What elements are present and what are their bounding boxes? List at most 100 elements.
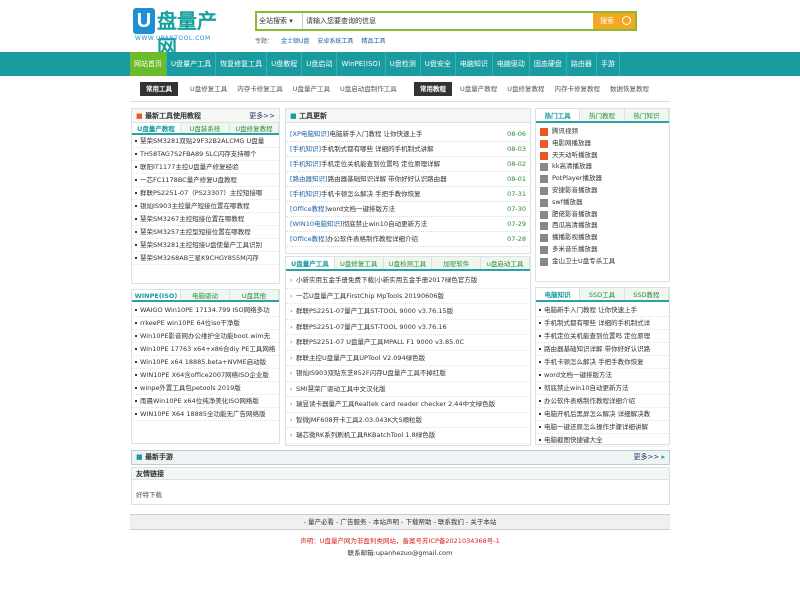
hot-tool-item[interactable]: 安捷影音播放器 — [536, 185, 669, 197]
topic-link[interactable]: 精品工具 — [361, 38, 385, 45]
quick-link[interactable]: U盘启动盘制作工具 — [340, 82, 397, 96]
hot-tool-item[interactable]: swf播放器 — [536, 197, 669, 209]
list-item[interactable]: 慧荣SM3268AB三星K9CHGY8S5M闪存 — [132, 252, 279, 265]
topic-link[interactable]: 安卓系统工具 — [317, 38, 353, 45]
tab-ssd-tools[interactable]: SSD工具 — [580, 288, 625, 300]
tools-tab[interactable]: U盘修复工具 — [334, 257, 384, 269]
search-input[interactable]: 请输入您要查询的信息 — [304, 13, 594, 29]
list-item[interactable]: 慧荣SM3281主控短接U盘使量产工具识别 — [132, 239, 279, 252]
tools-tab[interactable]: 加密软件 — [432, 257, 482, 269]
news-category[interactable]: [手机知识] — [290, 145, 321, 153]
list-item[interactable]: 办公软件表格制作教程详细介绍 — [536, 395, 669, 408]
list-item[interactable]: 一芯U盘量产工具FirstChip MpTools 20190606版 — [286, 289, 530, 304]
list-item[interactable]: 群联PS2251-07量产工具ST-TOOL 9000 v3.76.15版 — [286, 304, 530, 320]
hot-tool-item[interactable]: 西瓜高清播放器 — [536, 220, 669, 232]
nav-item[interactable]: 恢复修复工具 — [216, 52, 268, 76]
list-item[interactable]: 群联PS2251-07量产工具ST-TOOL 9000 v3.76.16 — [286, 320, 530, 335]
tab-udisk-repair-tutorial[interactable]: U盘修复教程 — [230, 123, 279, 133]
hot-tool-item[interactable]: 腾讯视频 — [536, 126, 669, 138]
list-item[interactable]: 手机定位关机能查到位置吗 定位原理 — [536, 330, 669, 343]
tab-hot-knowledge[interactable]: 热门知识 — [624, 109, 669, 121]
news-category[interactable]: [Office教程] — [290, 235, 327, 243]
hot-tool-item[interactable]: 播播影视播放器 — [536, 232, 669, 244]
news-category[interactable]: [手机知识] — [290, 190, 321, 198]
list-item[interactable]: 小新实用五金手册免费下载|小新实用五金手册2017绿色官方版 — [286, 273, 530, 289]
quick-link[interactable]: U盘修复教程 — [507, 82, 544, 96]
nav-item[interactable]: 手游 — [597, 52, 620, 76]
hot-tool-item[interactable]: 肥佬影音播放器 — [536, 209, 669, 221]
list-item[interactable]: Win10PE 17763 x64+x86合diy PE工具网络 — [132, 343, 279, 356]
list-item[interactable]: 电脑截图快捷键大全 — [536, 434, 669, 447]
tab-udisk-other[interactable]: U盘其他 — [230, 290, 279, 300]
quick-link[interactable]: U盘量产教程 — [460, 82, 497, 96]
news-item[interactable]: [手机知识]手机卡顿怎么解决 手把手教你恢复 07-31 — [286, 187, 530, 202]
hot-tool-item[interactable]: PotPlayer播放器 — [536, 173, 669, 185]
topic-link[interactable]: 金士顿U盘 — [281, 38, 309, 45]
list-item[interactable]: 慧荣SM3257主控型短接位置在哪教程 — [132, 226, 279, 239]
news-category[interactable]: [WIN10电脑知识] — [290, 220, 343, 228]
site-logo[interactable]: U 盘量产网 WWW.UPANTOOL.COM — [133, 8, 233, 59]
tab-udisk-install-system[interactable]: U盘装系统 — [181, 123, 230, 133]
tab-winpe[interactable]: WINPE(ISO) — [132, 290, 181, 300]
tab-ssd-tutorials[interactable]: SSD教程 — [624, 288, 669, 300]
list-item[interactable]: 路由器基础知识详解 带你好好认识路 — [536, 343, 669, 356]
list-item[interactable]: rrkeePE win10PE 64位iso干净版 — [132, 317, 279, 330]
list-item[interactable]: SMI慧荣厂驱动工具中文汉化版 — [286, 382, 530, 397]
tab-hot-tutorials[interactable]: 热门教程 — [580, 109, 625, 121]
nav-item[interactable]: 网站首页 — [130, 52, 167, 76]
quick-link[interactable]: U盘量产工具 — [293, 82, 330, 96]
list-item[interactable]: 银灿IS903主控量产短接位置在哪教程 — [132, 200, 279, 213]
nav-item[interactable]: WinPE(ISO) — [337, 52, 386, 76]
list-item[interactable]: 手机卡顿怎么解决 手把手教你恢复 — [536, 356, 669, 369]
list-item[interactable]: 彻底禁止win10自动更新方法 — [536, 382, 669, 395]
tools-tab[interactable]: U盘检测工具 — [383, 257, 433, 269]
list-item[interactable]: WAIGO Win10PE 17134.799 ISO网络多功 — [132, 304, 279, 317]
list-item[interactable]: 联阳IT1177主控U盘量产修复经验 — [132, 161, 279, 174]
list-item[interactable]: 慧荣SM3267主控短接位置在哪教程 — [132, 213, 279, 226]
news-item[interactable]: [路由器知识]路由器基础知识详解 带你好好认识路由器 08-01 — [286, 172, 530, 187]
hot-tool-item[interactable]: 天天动听播放器 — [536, 150, 669, 162]
hot-tool-item[interactable]: 电影网播放器 — [536, 138, 669, 150]
list-item[interactable]: Win10PE x64 18885.beta+NVME启动版 — [132, 356, 279, 369]
tools-tab[interactable]: U盘量产工具 — [286, 257, 335, 269]
news-category[interactable]: [Office教程] — [290, 205, 327, 213]
nav-item[interactable]: U盘启动 — [302, 52, 338, 76]
list-item[interactable]: WIN10PE X64含office2007网络ISO企业版 — [132, 369, 279, 382]
quick-link[interactable]: 数据恢复教程 — [610, 82, 649, 96]
tab-hot-tools[interactable]: 热门工具 — [536, 109, 581, 121]
news-item[interactable]: [XP电脑知识]电脑新手入门教程 让你快速上手 08-06 — [286, 127, 530, 142]
friend-link[interactable]: 好特下载 — [132, 480, 669, 508]
list-item[interactable]: 群联PS2251-07 U盘量产工具MPALL F1 9000 v3.85.0C — [286, 335, 530, 351]
nav-item[interactable]: U盘教程 — [267, 52, 303, 76]
quick-link[interactable]: 内存卡修复工具 — [237, 82, 283, 96]
list-item[interactable]: Win10PE影音网办公维护全功能boot.wim无 — [132, 330, 279, 343]
more-link[interactable]: 更多>> — [249, 109, 275, 123]
news-item[interactable]: [Office教程]word文档一键排版方法 07-30 — [286, 202, 530, 217]
quick-link[interactable]: 内存卡修复教程 — [555, 82, 601, 96]
news-category[interactable]: [路由器知识] — [290, 175, 328, 183]
news-item[interactable]: [手机知识]手机定位关机能查到位置吗 定位原理详解 08-02 — [286, 157, 530, 172]
list-item[interactable]: word文档一键排版方法 — [536, 369, 669, 382]
list-item[interactable]: 电脑新手入门教程 让你快速上手 — [536, 304, 669, 317]
list-item[interactable]: 手机制式都有哪些 详细的手机制式详 — [536, 317, 669, 330]
news-item[interactable]: [WIN10电脑知识]彻底禁止win10自动更新方法 07-29 — [286, 217, 530, 232]
list-item[interactable]: 一芯FC1178BC量产修复U盘教程 — [132, 174, 279, 187]
list-item[interactable]: WIN10PE X64 18885全功能无广告网络版 — [132, 408, 279, 421]
news-category[interactable]: [XP电脑知识] — [290, 130, 329, 138]
footer-nav[interactable]: - 量产必看 - 广告服务 - 本站声明 - 下载帮助 - 联系我们 - 关于本… — [130, 514, 670, 530]
nav-item[interactable]: 固态硬盘 — [530, 52, 567, 76]
list-item[interactable]: 雨晨Win10PE x64位纯净美化ISO网络版 — [132, 395, 279, 408]
tab-udisk-mp-tutorial[interactable]: U盘量产教程 — [132, 123, 181, 133]
list-item[interactable]: 瑞芯微RK系列刷机工具RKBatchTool 1.8绿色版 — [286, 428, 530, 444]
tab-pc-knowledge[interactable]: 电脑知识 — [536, 288, 581, 300]
list-item[interactable]: 银灿IS903双贴东芝852F闪存U盘量产工具不掉红版 — [286, 366, 530, 382]
list-item[interactable]: winpe外置工具包petools 2019版 — [132, 382, 279, 395]
quick-link[interactable]: U盘修复工具 — [190, 82, 227, 96]
list-item[interactable]: 群联主控U盘量产工具UPTool V2.094绿色版 — [286, 351, 530, 366]
more-games-link[interactable]: 更多>> ▸ — [634, 451, 665, 464]
hot-tool-item[interactable]: 金山卫士U盘专杀工具 — [536, 256, 669, 268]
list-item[interactable]: 电脑一键还原怎么操作步骤详细讲解 — [536, 421, 669, 434]
list-item[interactable]: 慧荣SM3281双贴29F32B2ALCMG U盘量 — [132, 135, 279, 148]
hot-tool-item[interactable]: 多米音乐播放器 — [536, 244, 669, 256]
search-button[interactable]: 搜索 — [593, 13, 635, 29]
